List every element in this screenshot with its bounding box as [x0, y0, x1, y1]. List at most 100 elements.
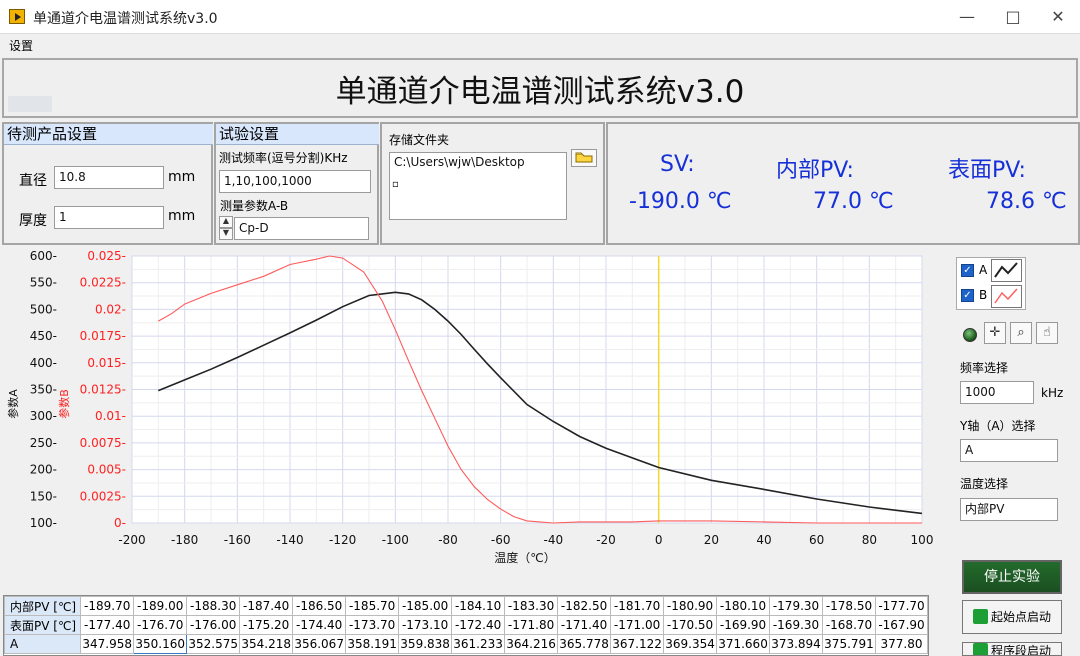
green-arrow-icon	[972, 609, 988, 624]
table-cell: -182.50	[557, 596, 612, 616]
storage-path-field[interactable]: C:\Users\wjw\Desktop	[389, 152, 567, 220]
stop-experiment-button[interactable]: 停止实验	[962, 560, 1062, 594]
product-panel-title: 待测产品设置	[4, 124, 213, 145]
program-start-button-label: 程序段启动	[990, 644, 1051, 656]
status-led	[963, 328, 977, 342]
right-y-tick-label: 0.005-	[87, 463, 126, 477]
table-cell: 369.354	[663, 634, 718, 654]
table-cell: -170.50	[663, 615, 718, 635]
table-cell: -181.70	[610, 596, 665, 616]
table-cell: 375.791	[822, 634, 876, 654]
right-y-tick-label: 0.0225-	[80, 276, 126, 290]
x-tick-label: -20	[596, 533, 616, 547]
row-head: 内部PV [℃]	[4, 596, 82, 616]
header-stub	[8, 96, 52, 112]
x-tick-label: -120	[329, 533, 356, 547]
parameter-up-button[interactable]: ▲	[219, 216, 233, 228]
table-cell: -180.10	[716, 596, 771, 616]
product-panel: 待测产品设置 直径 10.8 mm 厚度 1 mm	[2, 122, 213, 245]
table-cell: 361.233	[451, 634, 506, 654]
table-cell: -176.70	[133, 615, 188, 635]
diameter-label: 直径	[19, 173, 47, 189]
plot-legend: ✓ A ✓ B	[956, 257, 1026, 310]
maximize-button[interactable]: □	[990, 0, 1036, 34]
table-cell: -169.30	[769, 615, 823, 635]
test-frequency-field[interactable]: 1,10,100,1000	[219, 170, 371, 193]
diameter-unit: mm	[168, 169, 196, 185]
storage-panel: 存储文件夹 C:\Users\wjw\Desktop ▫	[380, 122, 605, 245]
crosshair-icon[interactable]: ✛	[984, 322, 1006, 344]
x-tick-label: 20	[704, 533, 719, 547]
right-y-tick-label: 0.0175-	[80, 329, 126, 343]
window-title: 单通道介电温谱测试系统v3.0	[33, 11, 218, 27]
header-panel: 单通道介电温谱测试系统v3.0	[2, 58, 1078, 118]
x-tick-label: -140	[276, 533, 303, 547]
left-y-tick-label: 450-	[30, 329, 57, 343]
thickness-label: 厚度	[19, 213, 47, 229]
thickness-field[interactable]: 1	[54, 206, 164, 229]
table-cell: 377.80	[874, 634, 928, 654]
right-y-tick-label: 0.015-	[87, 356, 126, 370]
diameter-field[interactable]: 10.8	[54, 166, 164, 189]
hand-icon[interactable]: ☝	[1036, 322, 1058, 344]
parameter-down-button[interactable]: ▼	[219, 228, 233, 240]
x-tick-label: 40	[756, 533, 771, 547]
table-cell: -167.90	[874, 615, 928, 635]
right-y-axis-label: 参数B	[57, 389, 71, 419]
surface-pv-label: 表面PV:	[948, 158, 1026, 183]
frequency-select-field[interactable]: 1000	[960, 381, 1034, 404]
program-start-button[interactable]: 程序段启动	[962, 642, 1062, 656]
left-y-tick-label: 300-	[30, 409, 57, 423]
table-cell: -185.70	[345, 596, 400, 616]
surface-pv-value: 78.6 ℃	[986, 189, 1067, 214]
left-y-tick-label: 400-	[30, 356, 57, 370]
minimize-button[interactable]: —	[944, 0, 990, 34]
series-b-checkbox[interactable]: ✓	[961, 289, 974, 302]
table-cell: 371.660	[716, 634, 771, 654]
x-tick-label: -60	[491, 533, 511, 547]
table-cell: -171.40	[557, 615, 612, 635]
y-axis-select-field[interactable]: A	[960, 439, 1058, 462]
table-cell: 359.838	[398, 634, 453, 654]
path-indicator-icon: ▫	[392, 179, 399, 190]
right-control-panel: ✓ A ✓ B ✛ ⌕ ☝ 频率选择 1000 kHz Y轴（A）选择 A 温度…	[946, 246, 1080, 656]
table-cell: -174.40	[292, 615, 347, 635]
frequency-select-label: 频率选择	[960, 361, 1009, 375]
table-cell: 358.191	[345, 634, 400, 654]
x-axis-label: 温度（℃）	[494, 550, 555, 565]
frequency-label: 测试频率(逗号分割)KHz	[219, 151, 348, 165]
close-button[interactable]: ✕	[1035, 0, 1080, 34]
x-tick-label: -80	[438, 533, 458, 547]
temperature-chart: -200 -180 -160 -140 -120 -100 -80 -60 -40 -20 0 20 4…	[6, 249, 934, 565]
sv-label: SV:	[660, 152, 695, 177]
window-titlebar: 单通道介电温谱测试系统v3.0 — □ ✕	[0, 0, 1080, 34]
frequency-unit: kHz	[1041, 386, 1064, 400]
folder-icon[interactable]	[571, 149, 597, 167]
series-a-line-icon	[991, 259, 1022, 282]
left-y-tick-label: 100-	[30, 516, 57, 530]
program-start-icon	[972, 643, 988, 655]
table-cell: -187.40	[239, 596, 294, 616]
table-cell: -184.10	[451, 596, 506, 616]
parameter-field[interactable]: Cp-D	[234, 217, 369, 240]
table-cell: 373.894	[769, 634, 823, 654]
right-y-tick-label: 0.0125-	[80, 383, 126, 397]
left-y-tick-label: 200-	[30, 463, 57, 477]
x-tick-label: 100	[911, 533, 934, 547]
table-cell: -189.00	[133, 596, 188, 616]
table-row: A 347.958 350.160 352.575 354.218 356.067 358.…	[4, 634, 928, 654]
zoom-icon[interactable]: ⌕	[1010, 322, 1032, 344]
table-cell: -176.00	[186, 615, 241, 635]
series-b-label: B	[979, 288, 988, 302]
x-tick-label: -40	[544, 533, 564, 547]
table-cell: -180.90	[663, 596, 718, 616]
x-tick-label: -100	[382, 533, 409, 547]
start-point-button[interactable]: 起始点启动	[962, 600, 1062, 634]
series-a-checkbox[interactable]: ✓	[961, 264, 974, 277]
table-cell: -185.00	[398, 596, 453, 616]
menu-settings[interactable]: 设置	[9, 37, 33, 54]
thickness-unit: mm	[168, 208, 196, 224]
row-head: A	[4, 634, 82, 654]
left-y-tick-label: 500-	[30, 302, 57, 316]
temperature-select-field[interactable]: 内部PV	[960, 498, 1058, 521]
